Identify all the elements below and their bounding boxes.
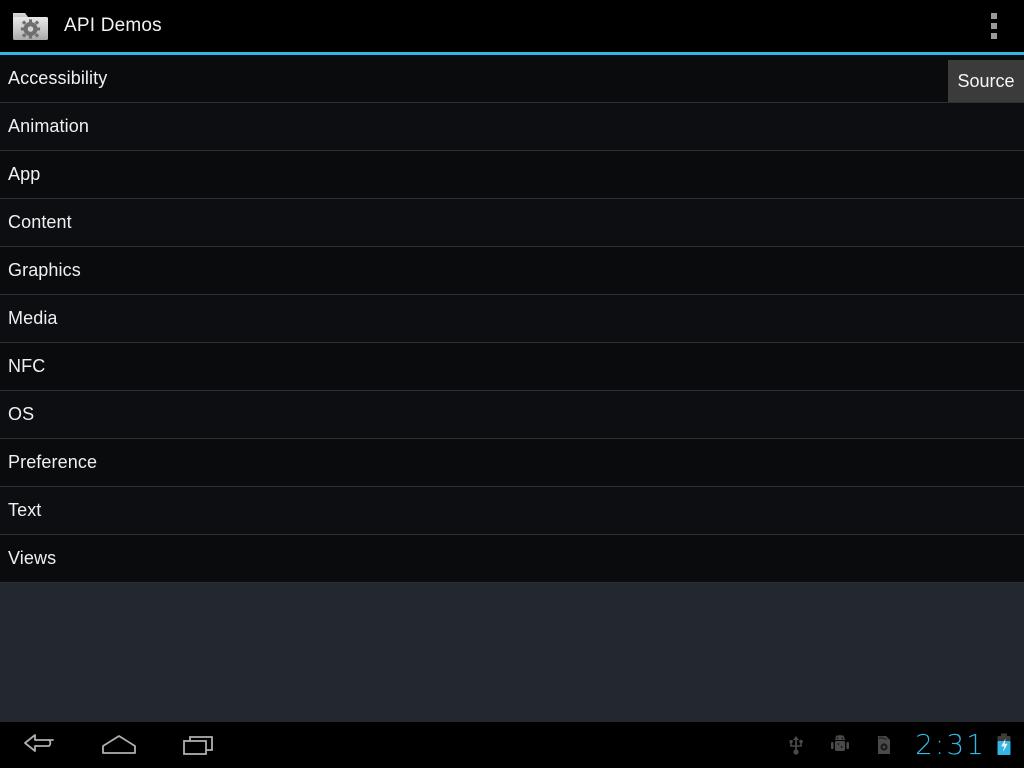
usb-icon [785,732,807,758]
list-item-media[interactable]: Media [0,295,1024,343]
list-item-app[interactable]: App [0,151,1024,199]
overflow-dot [991,23,997,29]
status-icon-group [785,732,895,758]
android-debug-icon [829,732,851,758]
overflow-menu-icon[interactable] [970,0,1018,52]
overflow-dot [991,33,997,39]
list-item-preference[interactable]: Preference [0,439,1024,487]
list-item-label: Media [8,308,58,328]
home-icon[interactable] [88,722,150,768]
list-item-label: Text [8,500,42,520]
action-bar: API Demos [0,0,1024,52]
recent-apps-icon[interactable] [168,722,230,768]
list-item-nfc[interactable]: NFC [0,343,1024,391]
list-item-label: NFC [8,356,46,376]
battery-charging-icon [996,733,1012,757]
list-item-content[interactable]: Content [0,199,1024,247]
list-item-label: OS [8,404,35,424]
back-arrow-icon[interactable] [8,722,70,768]
list-item-label: Animation [8,116,89,136]
list-item-animation[interactable]: Animation [0,103,1024,151]
demo-category-list: Accessibility Source Animation App Conte… [0,55,1024,583]
status-clock: 2:31 [915,728,986,761]
list-item-accessibility[interactable]: Accessibility Source [0,55,1024,103]
list-item-label: Views [8,548,57,568]
page-title: API Demos [64,15,162,36]
list-item-os[interactable]: OS [0,391,1024,439]
list-item-label: App [8,164,41,184]
list-item-label: Preference [8,452,98,472]
overflow-dot [991,13,997,19]
folder-gear-icon [12,9,50,43]
list-item-graphics[interactable]: Graphics [0,247,1024,295]
navigation-bar: 2:31 [0,722,1024,768]
list-item-text[interactable]: Text [0,487,1024,535]
list-item-label: Graphics [8,260,81,280]
list-item-label: Content [8,212,72,232]
sd-card-icon [873,732,895,758]
list-item-label: Accessibility [8,68,108,88]
list-item-views[interactable]: Views [0,535,1024,583]
source-button[interactable]: Source [948,60,1024,102]
android-screen: API Demos Accessibility Source Animation… [0,0,1024,768]
